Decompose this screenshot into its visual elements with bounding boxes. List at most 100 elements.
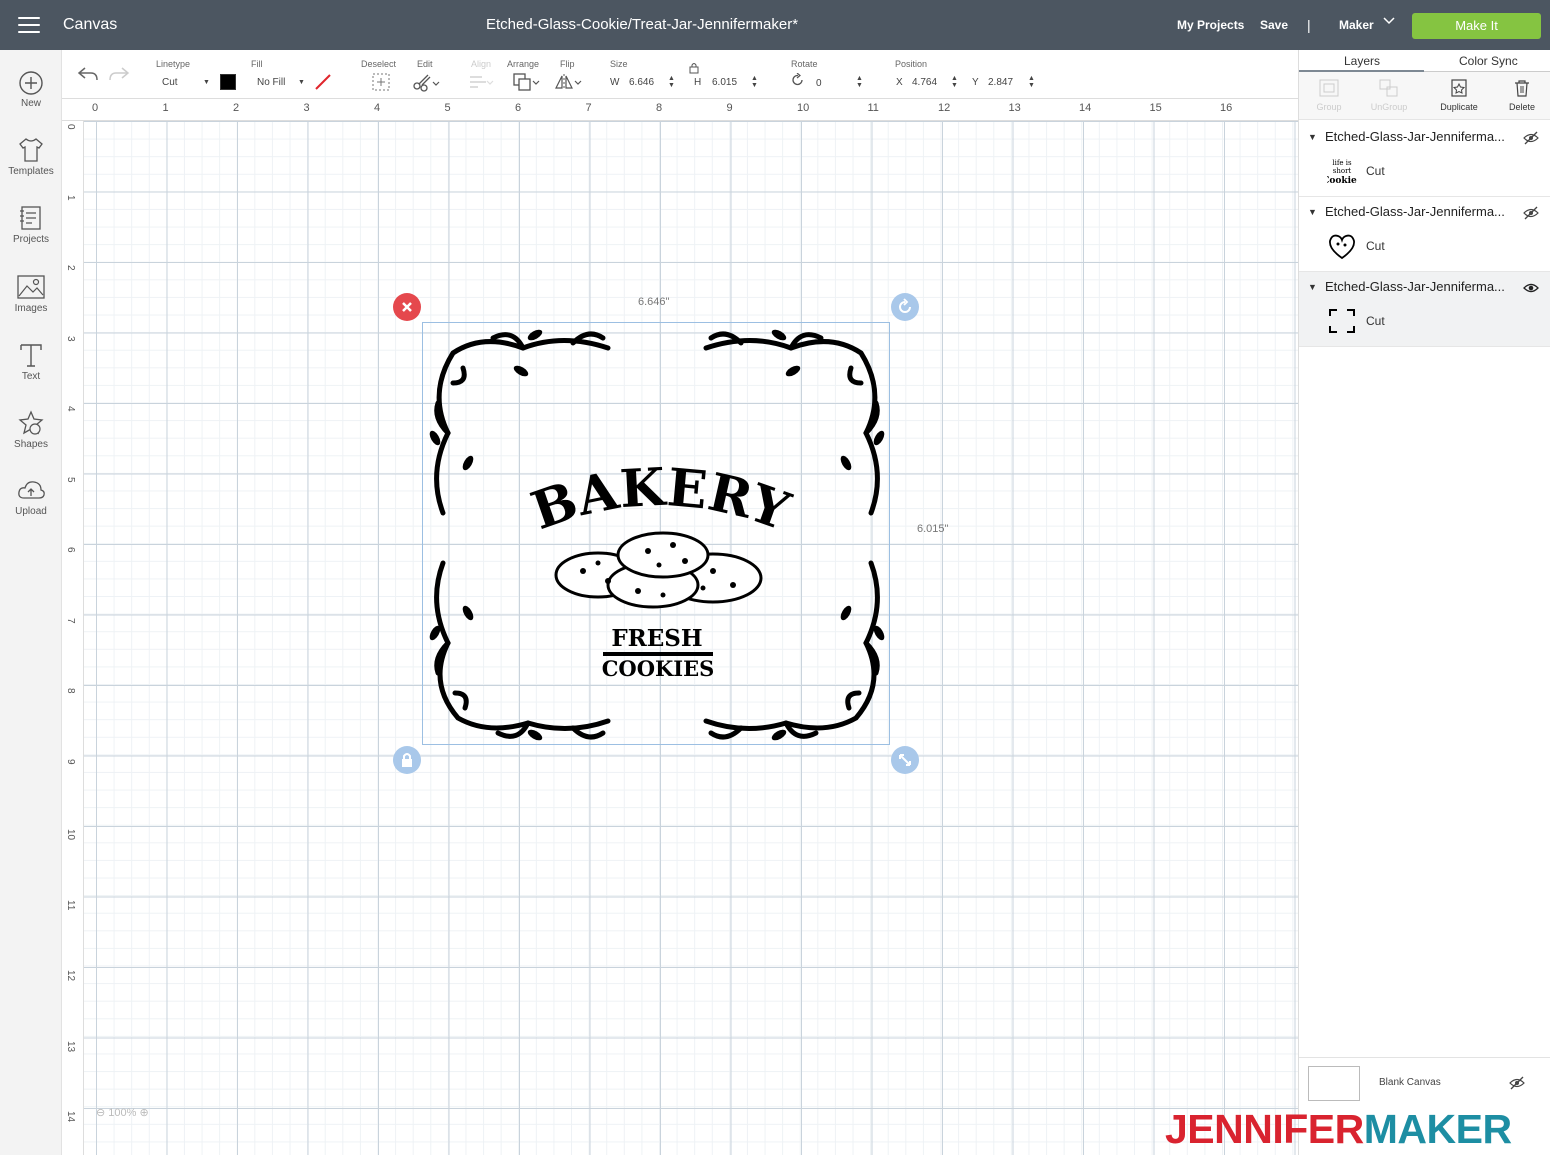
new-tool[interactable]: New xyxy=(0,70,62,109)
zoom-control[interactable]: ⊖ 100% ⊕ xyxy=(96,1106,149,1119)
images-label: Images xyxy=(14,303,48,314)
layer-name[interactable]: Etched-Glass-Jar-Jenniferma... xyxy=(1325,129,1505,144)
rotate-handle[interactable] xyxy=(891,293,919,321)
height-input[interactable]: 6.015 xyxy=(712,77,737,88)
projects-tool[interactable]: Projects xyxy=(0,204,62,245)
hamburger-menu-icon[interactable] xyxy=(18,17,40,33)
layer-type: Cut xyxy=(1366,164,1385,178)
upload-icon xyxy=(18,481,45,499)
ungroup-icon xyxy=(1379,79,1398,97)
blank-canvas-row[interactable]: Blank Canvas xyxy=(1299,1057,1550,1109)
group-button[interactable]: Group xyxy=(1299,78,1359,112)
y-input[interactable]: 2.847 xyxy=(988,77,1013,88)
svg-text:life is: life is xyxy=(1332,159,1352,167)
size-label: Size xyxy=(610,59,628,69)
lock-icon[interactable] xyxy=(688,61,700,74)
fill-caret-icon[interactable]: ▼ xyxy=(298,79,305,86)
panel-tabs: Layers Color Sync xyxy=(1299,50,1550,72)
templates-tool[interactable]: Templates xyxy=(0,136,62,177)
ruler-tick-label: 7 xyxy=(585,102,592,114)
linetype-select[interactable]: Cut xyxy=(162,77,178,88)
eye-icon[interactable] xyxy=(1523,281,1539,295)
width-input[interactable]: 6.646 xyxy=(629,77,654,88)
save-button[interactable]: Save xyxy=(1260,18,1288,32)
image-icon xyxy=(17,275,45,299)
watermark-part1: JENNIFER xyxy=(1165,1106,1364,1152)
flip-icon[interactable] xyxy=(554,72,584,92)
no-fill-icon[interactable] xyxy=(314,74,332,90)
tab-color-sync[interactable]: Color Sync xyxy=(1459,54,1518,68)
chevron-down-icon[interactable] xyxy=(1383,14,1395,29)
zoom-in-icon[interactable]: ⊕ xyxy=(139,1107,148,1119)
rotate-stepper-icon[interactable]: ▲ ▼ xyxy=(856,75,863,89)
layer-name[interactable]: Etched-Glass-Jar-Jenniferma... xyxy=(1325,204,1505,219)
deselect-icon[interactable] xyxy=(371,72,391,92)
tshirt-icon xyxy=(19,138,43,162)
heart-thumbnail xyxy=(1329,234,1355,260)
ruler-tick-label: 13 xyxy=(1008,102,1021,114)
width-label: W xyxy=(610,77,620,88)
layer-group-selected[interactable]: ▼ Etched-Glass-Jar-Jenniferma... Cut xyxy=(1299,272,1550,347)
bakery-design[interactable]: BAKERY FRESH COOKIES xyxy=(423,323,891,746)
upload-label: Upload xyxy=(15,506,47,517)
resize-handle[interactable] xyxy=(891,746,919,774)
expand-caret-icon[interactable]: ▼ xyxy=(1308,282,1317,292)
close-icon xyxy=(402,302,412,312)
layer-group[interactable]: ▼ Etched-Glass-Jar-Jenniferma... life is… xyxy=(1299,122,1550,197)
x-stepper-icon[interactable]: ▲ ▼ xyxy=(951,75,958,89)
layer-group[interactable]: ▼ Etched-Glass-Jar-Jenniferma... Cut xyxy=(1299,197,1550,272)
rotate-arrow-icon xyxy=(899,298,911,313)
x-input[interactable]: 4.764 xyxy=(912,77,937,88)
fill-select[interactable]: No Fill xyxy=(257,77,285,88)
rotate-label: Rotate xyxy=(791,59,818,69)
selection-box[interactable]: BAKERY FRESH COOKIES xyxy=(422,322,890,745)
upload-tool[interactable]: Upload xyxy=(0,478,62,517)
ruler-tick-label: 4 xyxy=(374,102,381,114)
delete-handle[interactable] xyxy=(393,293,421,321)
arrange-icon[interactable] xyxy=(512,72,542,92)
blank-canvas-swatch[interactable] xyxy=(1308,1066,1360,1101)
text-tool[interactable]: Text xyxy=(0,341,62,382)
eye-hidden-icon[interactable] xyxy=(1509,1076,1525,1090)
arrange-label: Arrange xyxy=(507,59,540,69)
ungroup-button[interactable]: UnGroup xyxy=(1359,78,1419,112)
shapes-tool[interactable]: Shapes xyxy=(0,409,62,450)
eye-hidden-icon[interactable] xyxy=(1523,131,1539,145)
undo-icon[interactable] xyxy=(77,66,99,82)
my-projects-button[interactable]: My Projects xyxy=(1177,18,1244,32)
deselect-label: Deselect xyxy=(361,59,397,69)
make-it-button[interactable]: Make It xyxy=(1412,13,1541,39)
y-label: Y xyxy=(972,77,979,88)
lock-handle[interactable] xyxy=(393,746,421,774)
duplicate-button[interactable]: Duplicate xyxy=(1429,78,1489,112)
ruler-tick-label: 5 xyxy=(65,476,76,483)
delete-label: Delete xyxy=(1508,102,1535,112)
layer-name[interactable]: Etched-Glass-Jar-Jenniferma... xyxy=(1325,279,1505,294)
ungroup-label: UnGroup xyxy=(1370,102,1408,112)
ruler-tick-label: 2 xyxy=(233,102,240,114)
redo-icon[interactable] xyxy=(108,66,130,82)
width-stepper-icon[interactable]: ▲ ▼ xyxy=(668,75,675,89)
ruler-tick-label: 14 xyxy=(65,1111,76,1123)
linetype-caret-icon[interactable]: ▼ xyxy=(203,79,210,86)
linetype-color-swatch[interactable] xyxy=(220,74,236,90)
expand-caret-icon[interactable]: ▼ xyxy=(1308,132,1317,142)
tab-layers[interactable]: Layers xyxy=(1344,54,1380,68)
delete-button[interactable]: Delete xyxy=(1492,78,1550,112)
document-title: Etched-Glass-Cookie/Treat-Jar-Jenniferma… xyxy=(486,16,799,33)
edit-scissors-icon[interactable] xyxy=(412,72,440,92)
group-icon xyxy=(1319,79,1339,97)
design-canvas[interactable]: 6.646" 6.015" BAKERY FRESH COOKIES xyxy=(84,121,1298,1155)
eye-hidden-icon[interactable] xyxy=(1523,206,1539,220)
top-separator: | xyxy=(1307,17,1311,33)
y-stepper-icon[interactable]: ▲ ▼ xyxy=(1028,75,1035,89)
text-label: Text xyxy=(21,371,41,382)
height-stepper-icon[interactable]: ▲ ▼ xyxy=(751,75,758,89)
machine-select[interactable]: Maker xyxy=(1339,18,1374,32)
images-tool[interactable]: Images xyxy=(0,273,62,314)
templates-label: Templates xyxy=(8,166,54,177)
zoom-out-icon[interactable]: ⊖ xyxy=(96,1107,105,1119)
expand-caret-icon[interactable]: ▼ xyxy=(1308,207,1317,217)
cookies-illustration xyxy=(554,531,763,609)
rotate-input[interactable]: 0 xyxy=(816,78,822,89)
